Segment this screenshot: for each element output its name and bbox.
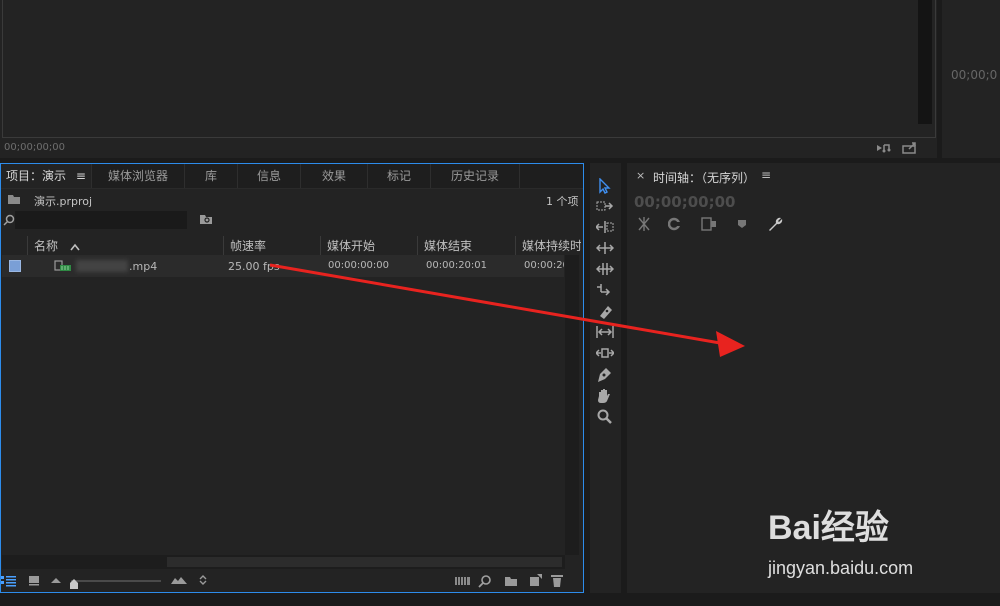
annotation-arrow xyxy=(269,263,745,357)
